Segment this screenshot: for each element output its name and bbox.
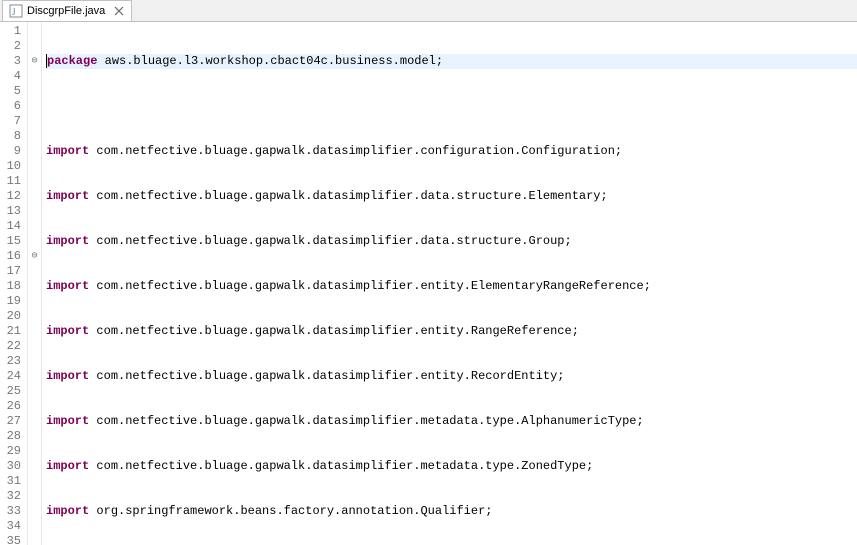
code-line: package aws.bluage.l3.workshop.cbact04c.… xyxy=(46,54,857,69)
close-icon[interactable] xyxy=(113,5,125,17)
fold-toggle xyxy=(28,69,41,84)
line-number: 24 xyxy=(2,369,21,384)
code-line: import com.netfective.bluage.gapwalk.dat… xyxy=(46,459,857,474)
line-number: 5 xyxy=(2,84,21,99)
code-area[interactable]: package aws.bluage.l3.workshop.cbact04c.… xyxy=(42,22,857,545)
fold-toggle xyxy=(28,264,41,279)
fold-column[interactable]: ⊖⊖ xyxy=(28,22,42,545)
fold-toggle xyxy=(28,459,41,474)
line-number: 28 xyxy=(2,429,21,444)
line-number: 27 xyxy=(2,414,21,429)
line-number: 21 xyxy=(2,324,21,339)
line-number: 32 xyxy=(2,489,21,504)
fold-toggle xyxy=(28,384,41,399)
line-number: 25 xyxy=(2,384,21,399)
line-number: 1 xyxy=(2,24,21,39)
line-number: 12 xyxy=(2,189,21,204)
fold-toggle xyxy=(28,399,41,414)
code-editor[interactable]: 1234567891011121314151617181920212223242… xyxy=(0,22,857,545)
fold-toggle xyxy=(28,354,41,369)
fold-toggle xyxy=(28,294,41,309)
line-number: 3 xyxy=(2,54,21,69)
fold-toggle xyxy=(28,129,41,144)
line-number: 31 xyxy=(2,474,21,489)
line-number: 19 xyxy=(2,294,21,309)
fold-toggle xyxy=(28,474,41,489)
fold-toggle xyxy=(28,279,41,294)
tab-bar: J DiscgrpFile.java xyxy=(0,0,857,22)
fold-toggle xyxy=(28,429,41,444)
fold-toggle xyxy=(28,519,41,534)
tab-title: DiscgrpFile.java xyxy=(27,5,105,17)
fold-toggle xyxy=(28,24,41,39)
fold-toggle[interactable]: ⊖ xyxy=(28,54,41,69)
code-line xyxy=(46,99,857,114)
line-number: 20 xyxy=(2,309,21,324)
line-number: 4 xyxy=(2,69,21,84)
fold-toggle xyxy=(28,219,41,234)
line-number: 16 xyxy=(2,249,21,264)
fold-toggle xyxy=(28,174,41,189)
line-number: 14 xyxy=(2,219,21,234)
editor-tab[interactable]: J DiscgrpFile.java xyxy=(2,0,132,21)
line-number: 9 xyxy=(2,144,21,159)
fold-toggle xyxy=(28,234,41,249)
line-number: 15 xyxy=(2,234,21,249)
code-line: import org.springframework.beans.factory… xyxy=(46,504,857,519)
line-number: 23 xyxy=(2,354,21,369)
line-number: 35 xyxy=(2,534,21,545)
fold-toggle xyxy=(28,504,41,519)
fold-toggle xyxy=(28,189,41,204)
line-number: 17 xyxy=(2,264,21,279)
code-line: import com.netfective.bluage.gapwalk.dat… xyxy=(46,234,857,249)
fold-toggle xyxy=(28,489,41,504)
fold-toggle xyxy=(28,99,41,114)
fold-toggle[interactable]: ⊖ xyxy=(28,249,41,264)
line-number: 7 xyxy=(2,114,21,129)
fold-toggle xyxy=(28,114,41,129)
code-line: import com.netfective.bluage.gapwalk.dat… xyxy=(46,189,857,204)
line-number: 33 xyxy=(2,504,21,519)
line-number: 6 xyxy=(2,99,21,114)
fold-toggle xyxy=(28,414,41,429)
fold-toggle xyxy=(28,204,41,219)
fold-toggle xyxy=(28,159,41,174)
fold-toggle xyxy=(28,369,41,384)
line-number: 30 xyxy=(2,459,21,474)
code-line: import com.netfective.bluage.gapwalk.dat… xyxy=(46,144,857,159)
line-number: 34 xyxy=(2,519,21,534)
svg-text:J: J xyxy=(12,7,16,17)
line-number: 13 xyxy=(2,204,21,219)
code-line: import com.netfective.bluage.gapwalk.dat… xyxy=(46,414,857,429)
fold-toggle xyxy=(28,84,41,99)
fold-toggle xyxy=(28,39,41,54)
fold-toggle xyxy=(28,309,41,324)
line-number: 10 xyxy=(2,159,21,174)
line-number: 2 xyxy=(2,39,21,54)
fold-toggle xyxy=(28,534,41,545)
fold-toggle xyxy=(28,144,41,159)
code-line: import com.netfective.bluage.gapwalk.dat… xyxy=(46,324,857,339)
fold-toggle xyxy=(28,444,41,459)
code-line: import com.netfective.bluage.gapwalk.dat… xyxy=(46,279,857,294)
code-line: import com.netfective.bluage.gapwalk.dat… xyxy=(46,369,857,384)
java-file-icon: J xyxy=(9,4,23,18)
line-number: 8 xyxy=(2,129,21,144)
line-number: 11 xyxy=(2,174,21,189)
fold-toggle xyxy=(28,324,41,339)
line-number-gutter: 1234567891011121314151617181920212223242… xyxy=(0,22,28,545)
line-number: 26 xyxy=(2,399,21,414)
fold-toggle xyxy=(28,339,41,354)
line-number: 29 xyxy=(2,444,21,459)
line-number: 18 xyxy=(2,279,21,294)
line-number: 22 xyxy=(2,339,21,354)
